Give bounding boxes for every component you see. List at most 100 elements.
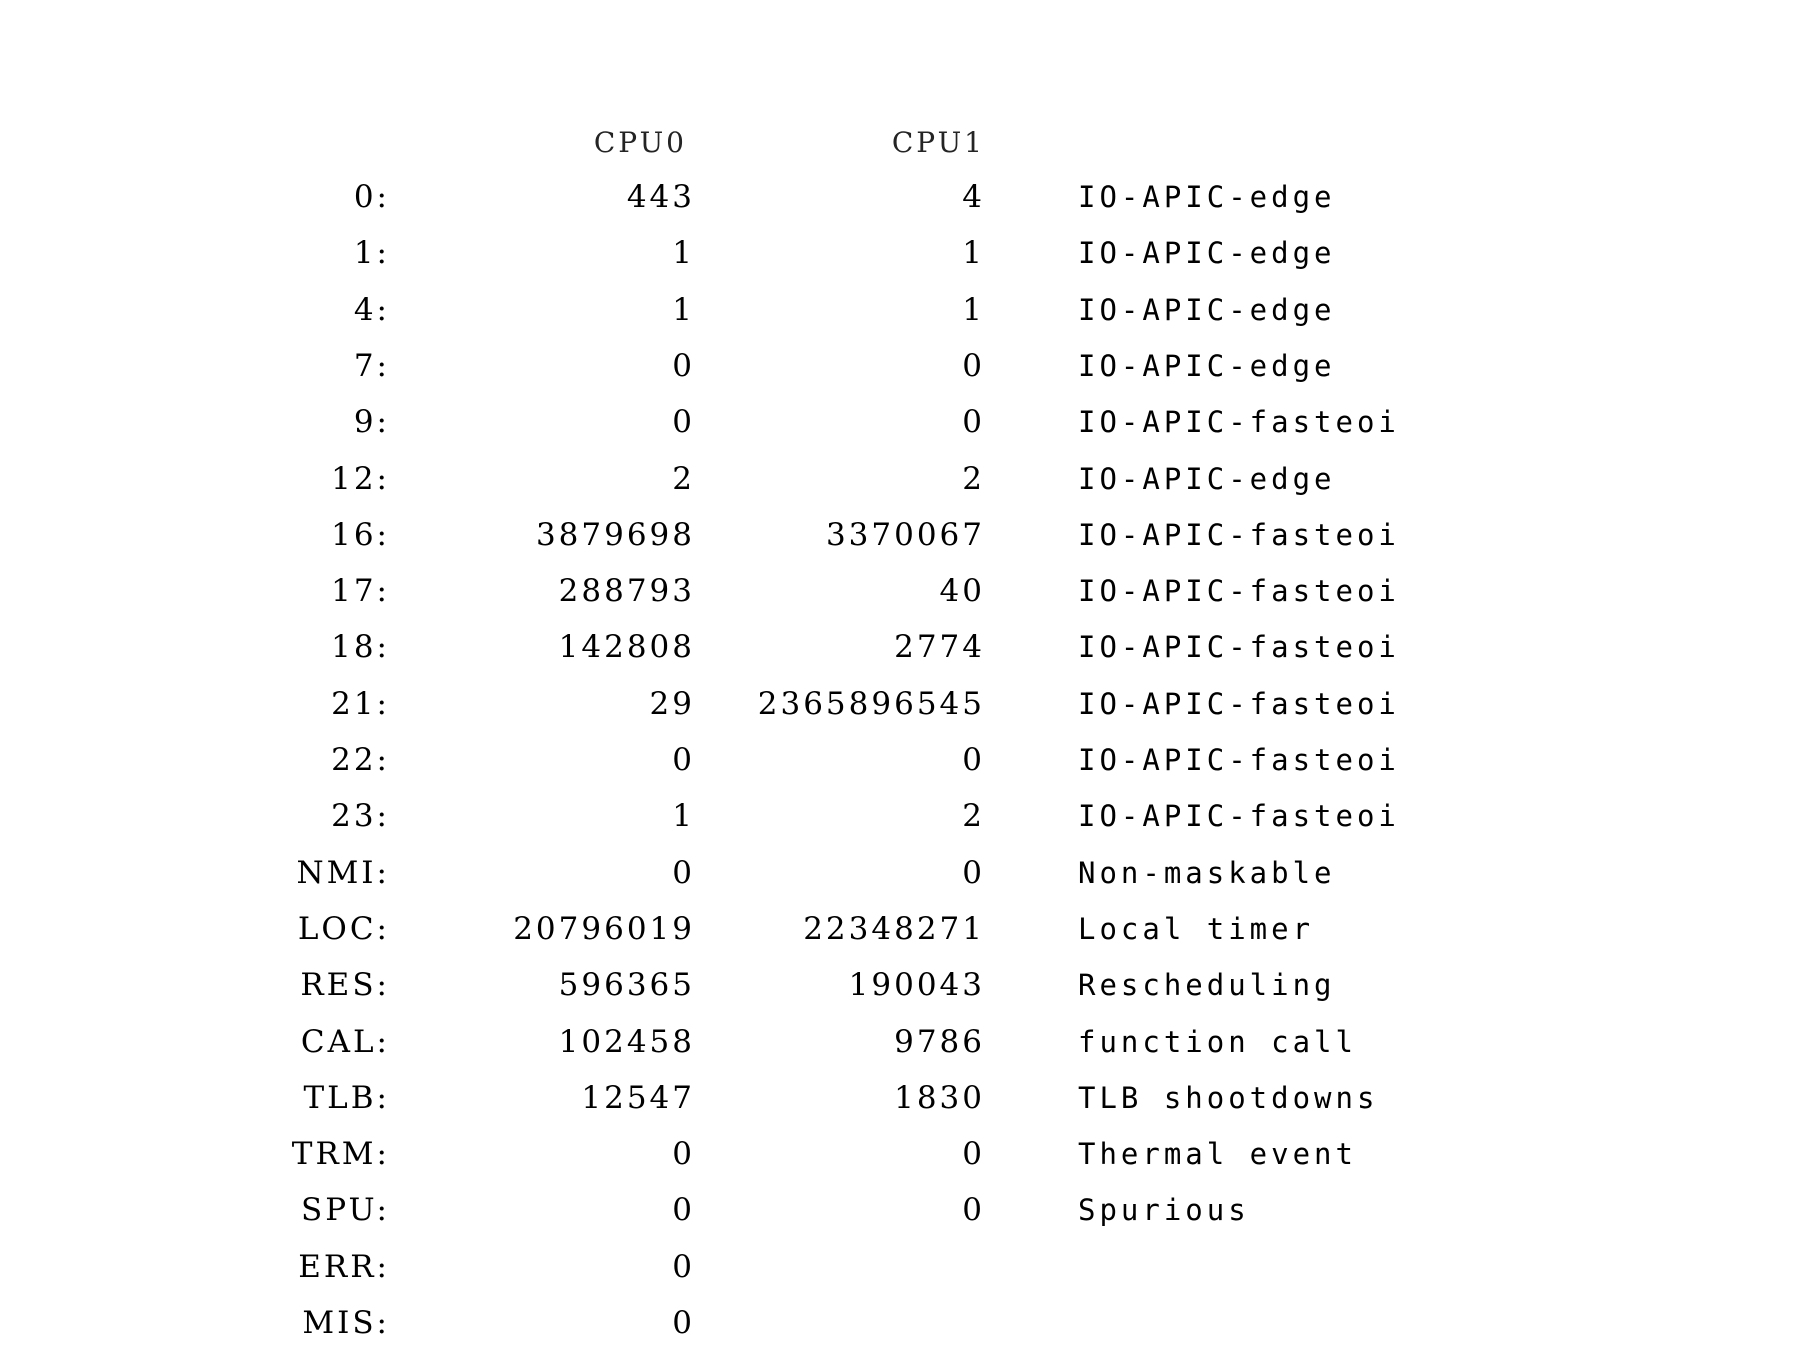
table-row: ERR: 0 xyxy=(0,1247,1800,1303)
cpu1-count: 1830 xyxy=(894,1080,985,1116)
column-header-cpu1: CPU1 xyxy=(891,126,985,159)
irq-label: 1: xyxy=(353,235,390,271)
table-row: NMI: 0 0 Non-maskable xyxy=(0,853,1800,909)
irq-label: LOC: xyxy=(297,911,390,947)
cpu1-count: 0 xyxy=(962,1136,985,1172)
cpu0-count: 20796019 xyxy=(513,911,695,947)
cpu1-count: 3370067 xyxy=(825,517,985,553)
cpu1-count: 2 xyxy=(962,461,985,497)
cpu1-count: 0 xyxy=(962,1192,985,1228)
irq-label: 16: xyxy=(331,517,390,553)
table-row: 22: 0 0 IO-APIC-fasteoi xyxy=(0,740,1800,796)
cpu1-count: 40 xyxy=(939,573,985,609)
interrupt-type: IO-APIC-edge xyxy=(1078,180,1336,214)
irq-label: MIS: xyxy=(302,1305,390,1341)
cpu1-count: 2 xyxy=(962,798,985,834)
table-row: RES: 596365 190043 Rescheduling xyxy=(0,965,1800,1021)
cpu1-count: 0 xyxy=(962,855,985,891)
irq-label: 17: xyxy=(331,573,390,609)
irq-label: 23: xyxy=(331,798,390,834)
cpu0-count: 0 xyxy=(672,1305,695,1341)
cpu0-count: 288793 xyxy=(558,573,695,609)
table-row: MIS: 0 xyxy=(0,1303,1800,1359)
cpu1-count: 0 xyxy=(962,348,985,384)
irq-label: 21: xyxy=(331,686,390,722)
cpu1-count: 2774 xyxy=(894,629,985,665)
irq-label: 4: xyxy=(353,292,390,328)
table-row: SPU: 0 0 Spurious xyxy=(0,1190,1800,1246)
interrupts-table: CPU0 CPU1 0: 443 4 IO-APIC-edge 1: 1 1 IO-APIC-… xyxy=(0,0,1800,1360)
table-row: 4: 1 1 IO-APIC-edge xyxy=(0,290,1800,346)
interrupt-type: Spurious xyxy=(1078,1193,1250,1227)
cpu0-count: 29 xyxy=(649,686,695,722)
interrupt-type: IO-APIC-edge xyxy=(1078,293,1336,327)
cpu0-count: 12547 xyxy=(581,1080,695,1116)
column-header-cpu0: CPU0 xyxy=(593,126,687,159)
irq-label: TRM: xyxy=(291,1136,390,1172)
cpu1-count: 9786 xyxy=(894,1024,985,1060)
interrupt-type: IO-APIC-edge xyxy=(1078,349,1336,383)
irq-label: RES: xyxy=(300,967,390,1003)
table-row: 1: 1 1 IO-APIC-edge xyxy=(0,233,1800,289)
cpu0-count: 0 xyxy=(672,1136,695,1172)
cpu0-count: 1 xyxy=(672,798,695,834)
table-row: 23: 1 2 IO-APIC-fasteoi xyxy=(0,796,1800,852)
cpu0-count: 2 xyxy=(672,461,695,497)
cpu0-count: 0 xyxy=(672,348,695,384)
cpu0-count: 0 xyxy=(672,855,695,891)
cpu0-count: 0 xyxy=(672,404,695,440)
cpu0-count: 0 xyxy=(672,1192,695,1228)
interrupt-type: function call xyxy=(1078,1025,1357,1059)
table-row: 7: 0 0 IO-APIC-edge xyxy=(0,346,1800,402)
cpu1-count: 22348271 xyxy=(803,911,985,947)
cpu1-count: 190043 xyxy=(848,967,985,1003)
table-row: 17: 288793 40 IO-APIC-fasteoi xyxy=(0,571,1800,627)
table-row: LOC: 20796019 22348271 Local timer xyxy=(0,909,1800,965)
irq-label: 12: xyxy=(331,461,390,497)
interrupt-type: IO-APIC-edge xyxy=(1078,236,1336,270)
table-row: 9: 0 0 IO-APIC-fasteoi xyxy=(0,402,1800,458)
irq-label: CAL: xyxy=(300,1024,390,1060)
cpu0-count: 102458 xyxy=(558,1024,695,1060)
cpu0-count: 596365 xyxy=(558,967,695,1003)
table-row: TLB: 12547 1830 TLB shootdowns xyxy=(0,1078,1800,1134)
interrupt-type: TLB shootdowns xyxy=(1078,1081,1379,1115)
interrupt-type: IO-APIC-fasteoi xyxy=(1078,743,1400,777)
cpu1-count: 0 xyxy=(962,404,985,440)
irq-label: 18: xyxy=(331,629,390,665)
interrupt-type: IO-APIC-fasteoi xyxy=(1078,799,1400,833)
cpu0-count: 443 xyxy=(626,179,695,215)
irq-label: 22: xyxy=(331,742,390,778)
table-row: 18: 142808 2774 IO-APIC-fasteoi xyxy=(0,627,1800,683)
irq-label: TLB: xyxy=(303,1080,390,1116)
interrupt-type: IO-APIC-fasteoi xyxy=(1078,518,1400,552)
interrupt-type: IO-APIC-fasteoi xyxy=(1078,574,1400,608)
cpu1-count: 2365896545 xyxy=(757,686,985,722)
cpu0-count: 1 xyxy=(672,235,695,271)
interrupt-type: Local timer xyxy=(1078,912,1315,946)
irq-label: 0: xyxy=(353,179,390,215)
table-row: 16: 3879698 3370067 IO-APIC-fasteoi xyxy=(0,515,1800,571)
table-row: TRM: 0 0 Thermal event xyxy=(0,1134,1800,1190)
interrupt-type: IO-APIC-fasteoi xyxy=(1078,687,1400,721)
cpu0-count: 0 xyxy=(672,1249,695,1285)
interrupt-type: Thermal event xyxy=(1078,1137,1357,1171)
interrupt-type: IO-APIC-edge xyxy=(1078,462,1336,496)
cpu1-count: 1 xyxy=(962,292,985,328)
cpu1-count: 1 xyxy=(962,235,985,271)
table-row: 0: 443 4 IO-APIC-edge xyxy=(0,177,1800,233)
table-row: 21: 29 2365896545 IO-APIC-fasteoi xyxy=(0,684,1800,740)
irq-label: NMI: xyxy=(296,855,390,891)
interrupt-type: Rescheduling xyxy=(1078,968,1336,1002)
table-header: CPU0 CPU1 xyxy=(0,123,1800,179)
cpu0-count: 1 xyxy=(672,292,695,328)
cpu0-count: 0 xyxy=(672,742,695,778)
irq-label: SPU: xyxy=(300,1192,390,1228)
interrupt-type: IO-APIC-fasteoi xyxy=(1078,630,1400,664)
interrupt-type: IO-APIC-fasteoi xyxy=(1078,405,1400,439)
cpu0-count: 142808 xyxy=(558,629,695,665)
table-row: 12: 2 2 IO-APIC-edge xyxy=(0,459,1800,515)
irq-label: 9: xyxy=(353,404,390,440)
irq-label: ERR: xyxy=(298,1249,390,1285)
table-row: CAL: 102458 9786 function call xyxy=(0,1022,1800,1078)
